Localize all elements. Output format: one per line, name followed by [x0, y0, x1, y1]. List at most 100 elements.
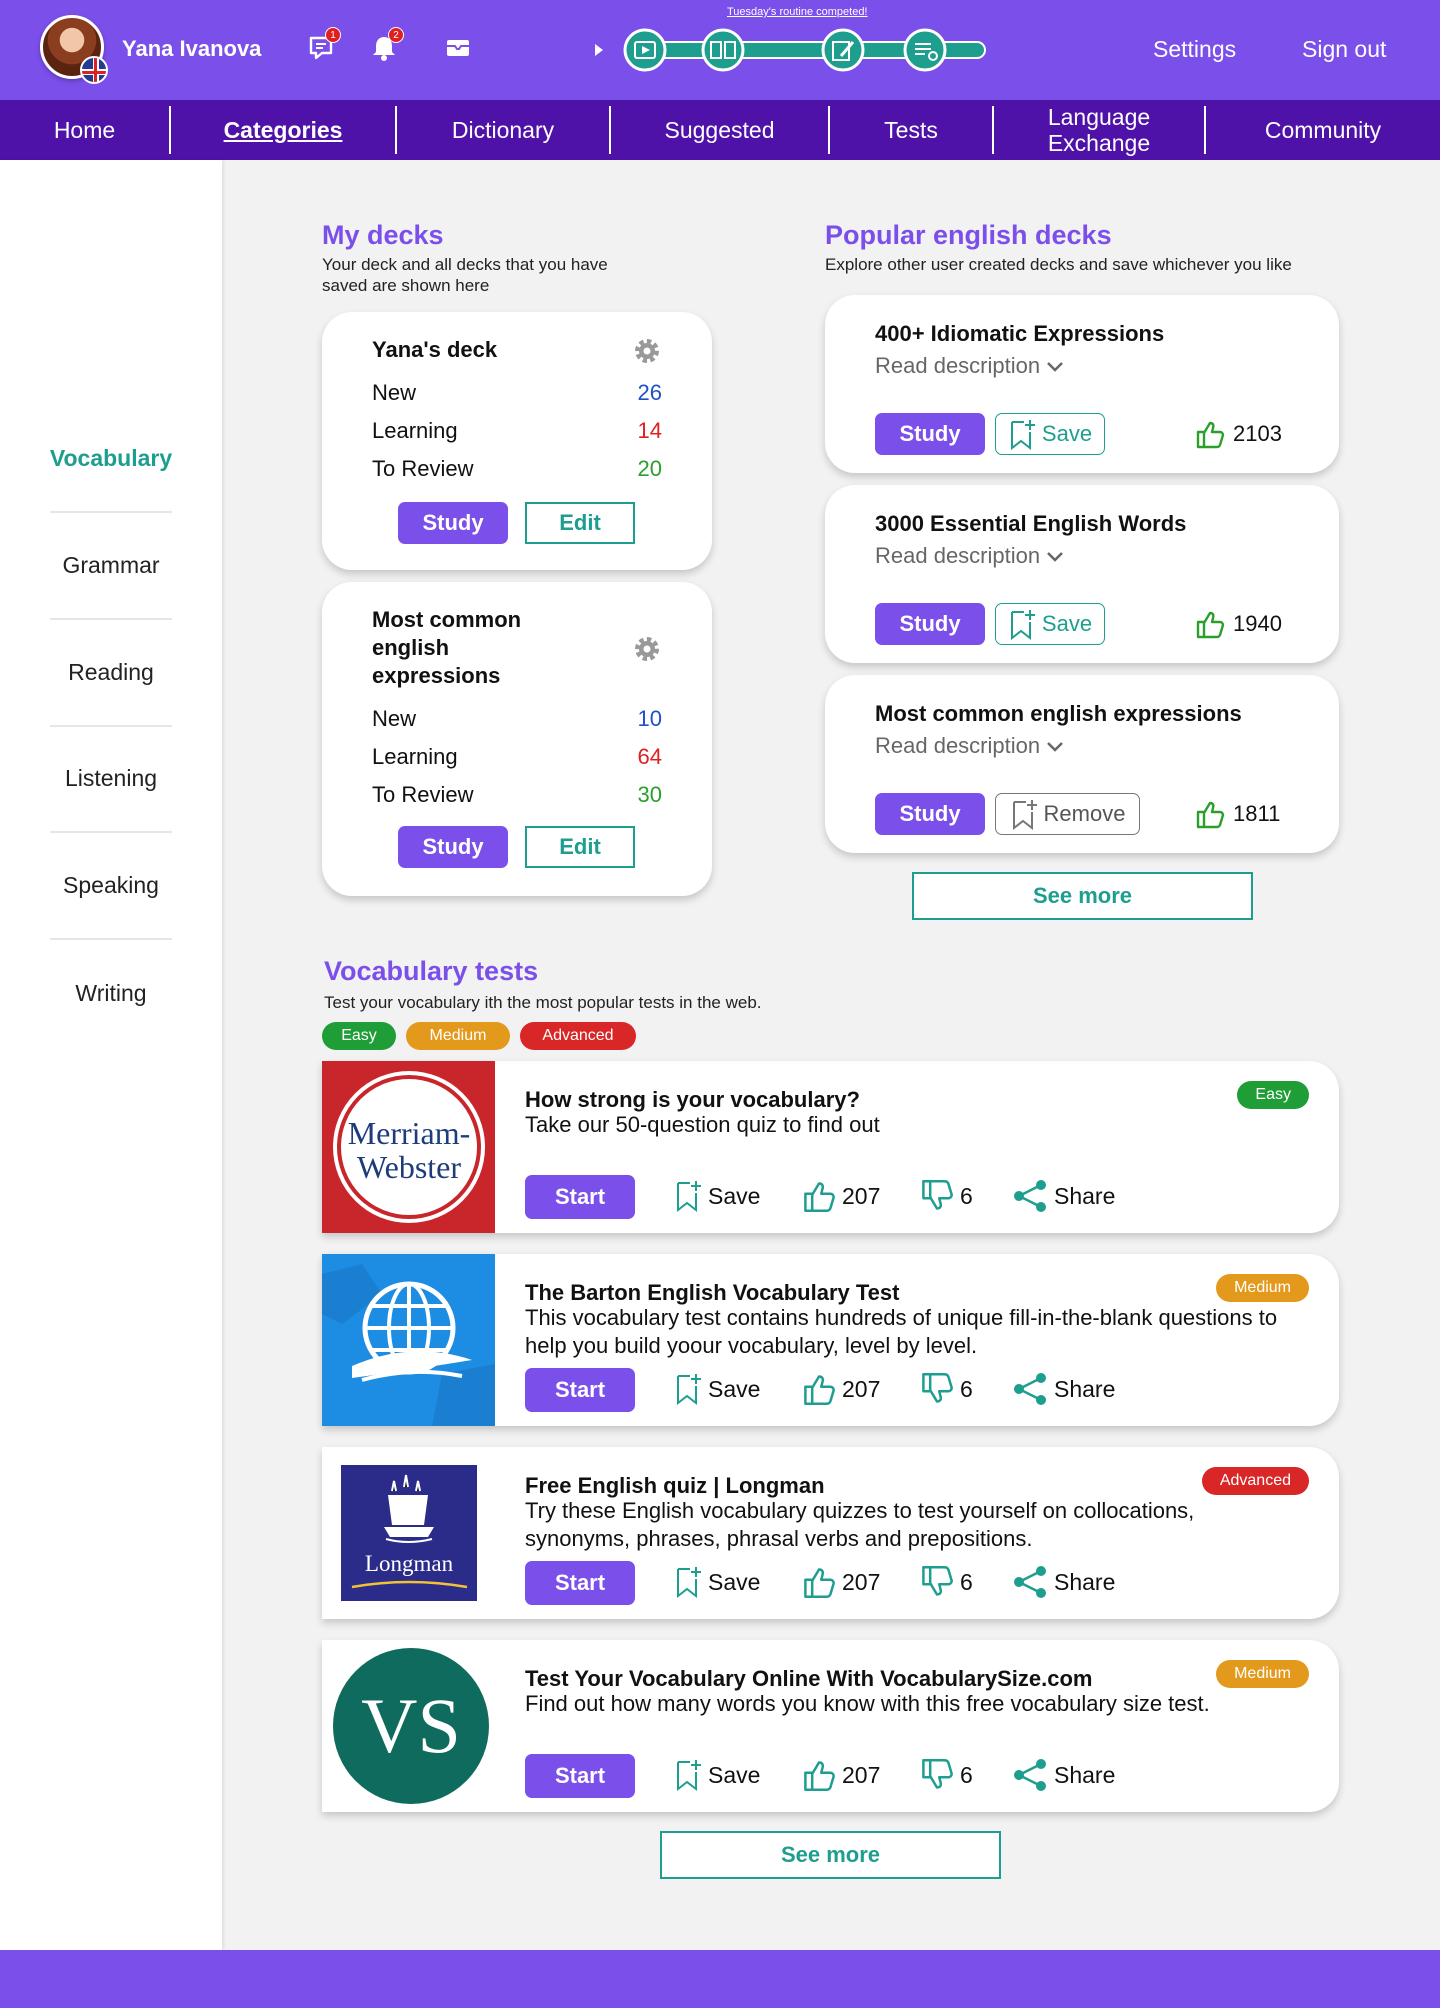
- share-action[interactable]: Share: [1012, 1565, 1115, 1599]
- deck-name[interactable]: Most common english expressions: [372, 606, 562, 690]
- user-name[interactable]: Yana Ivanova: [122, 36, 261, 62]
- globe-logo: [322, 1254, 495, 1426]
- new-label: New: [372, 706, 417, 731]
- dislike-action[interactable]: 6: [920, 1565, 973, 1599]
- sidebar-item-grammar[interactable]: Grammar: [50, 513, 172, 620]
- nav-home[interactable]: Home: [0, 106, 171, 154]
- sidebar-item-listening[interactable]: Listening: [50, 726, 172, 833]
- test-title[interactable]: Free English quiz | Longman: [525, 1473, 825, 1499]
- new-row: New 26: [372, 380, 662, 406]
- main-nav: Home Categories Dictionary Suggested Tes…: [0, 100, 1440, 160]
- book-step-icon: [701, 28, 745, 72]
- filter-advanced[interactable]: Advanced: [520, 1022, 636, 1050]
- like-action[interactable]: 207: [802, 1565, 880, 1599]
- gear-icon[interactable]: [632, 336, 662, 366]
- share-action[interactable]: Share: [1012, 1179, 1115, 1213]
- remove-button[interactable]: Remove: [995, 793, 1140, 835]
- edit-button[interactable]: Edit: [525, 502, 635, 544]
- learning-row: Learning 64: [372, 744, 662, 770]
- test-title[interactable]: Test Your Vocabulary Online With Vocabul…: [525, 1666, 1092, 1692]
- popular-decks-subtitle: Explore other user created decks and sav…: [825, 255, 1292, 274]
- gear-icon[interactable]: [632, 634, 662, 664]
- sidebar-item-speaking[interactable]: Speaking: [50, 833, 172, 940]
- start-button[interactable]: Start: [525, 1368, 635, 1412]
- save-action[interactable]: Save: [674, 1179, 760, 1213]
- review-row: To Review 30: [372, 782, 662, 808]
- deck-name[interactable]: Yana's deck: [372, 336, 562, 364]
- nav-language-exchange[interactable]: Language Exchange: [994, 104, 1206, 156]
- nav-community[interactable]: Community: [1206, 106, 1440, 154]
- new-row: New 10: [372, 706, 662, 732]
- see-more-tests-button[interactable]: See more: [660, 1831, 1001, 1879]
- start-button[interactable]: Start: [525, 1561, 635, 1605]
- bell-icon[interactable]: 2: [370, 27, 404, 62]
- sidebar-item-writing[interactable]: Writing: [50, 940, 172, 1047]
- filter-easy[interactable]: Easy: [322, 1022, 396, 1050]
- edit-button[interactable]: Edit: [525, 826, 635, 868]
- dislike-action[interactable]: 6: [920, 1179, 973, 1213]
- study-button[interactable]: Study: [398, 826, 508, 868]
- share-icon: [1014, 1566, 1046, 1598]
- routine-status[interactable]: Tuesday's routine competed!: [727, 6, 868, 18]
- bookmark-add-icon: [1010, 420, 1035, 450]
- thumbs-down-icon: [922, 1373, 953, 1403]
- likes[interactable]: 1811: [1195, 799, 1280, 829]
- level-badge: Advanced: [1201, 1467, 1309, 1495]
- signout-link[interactable]: Sign out: [1302, 36, 1386, 63]
- deck-title[interactable]: 3000 Essential English Words: [875, 511, 1186, 537]
- merriam-webster-logo: Merriam- Webster: [322, 1061, 495, 1233]
- routine-progress[interactable]: [595, 28, 995, 72]
- save-button[interactable]: Save: [995, 603, 1105, 645]
- save-action[interactable]: Save: [674, 1565, 760, 1599]
- start-button[interactable]: Start: [525, 1754, 635, 1798]
- svg-text:Merriam-: Merriam-: [348, 1115, 471, 1151]
- save-button[interactable]: Save: [995, 413, 1105, 455]
- my-decks-subtitle: Your deck and all decks that you have sa…: [322, 255, 608, 295]
- deck-title[interactable]: Most common english expressions: [875, 701, 1242, 727]
- read-description-toggle[interactable]: Read description: [875, 733, 1064, 759]
- start-button[interactable]: Start: [525, 1175, 635, 1219]
- study-button[interactable]: Study: [875, 793, 985, 835]
- read-description-toggle[interactable]: Read description: [875, 353, 1064, 379]
- study-button[interactable]: Study: [875, 413, 985, 455]
- settings-link[interactable]: Settings: [1153, 36, 1236, 63]
- sidebar-item-vocabulary[interactable]: Vocabulary: [50, 406, 172, 513]
- test-title[interactable]: How strong is your vocabulary?: [525, 1087, 860, 1113]
- nav-categories[interactable]: Categories: [171, 106, 397, 154]
- study-button[interactable]: Study: [398, 502, 508, 544]
- share-action[interactable]: Share: [1012, 1372, 1115, 1406]
- like-action[interactable]: 207: [802, 1372, 880, 1406]
- dislike-action[interactable]: 6: [920, 1372, 973, 1406]
- read-description-toggle[interactable]: Read description: [875, 543, 1064, 569]
- nav-dictionary[interactable]: Dictionary: [397, 106, 611, 154]
- footer: [0, 1950, 1440, 2008]
- learning-row: Learning 14: [372, 418, 662, 444]
- test-title[interactable]: The Barton English Vocabulary Test: [525, 1280, 899, 1306]
- top-bar: Yana Ivanova 1 2 Tuesday's routine compe…: [0, 0, 1440, 100]
- see-more-decks-button[interactable]: See more: [912, 872, 1253, 920]
- share-action[interactable]: Share: [1012, 1758, 1115, 1792]
- messages-icon[interactable]: 1: [307, 27, 341, 62]
- study-button[interactable]: Study: [875, 603, 985, 645]
- level-badge: Medium: [1216, 1274, 1309, 1302]
- popular-decks-title: Popular english decks: [825, 220, 1112, 250]
- save-action[interactable]: Save: [674, 1372, 760, 1406]
- like-action[interactable]: 207: [802, 1758, 880, 1792]
- deck-title[interactable]: 400+ Idiomatic Expressions: [875, 321, 1164, 347]
- vocabulary-tests-title: Vocabulary tests: [324, 956, 539, 986]
- bookmark-add-icon: [677, 1567, 701, 1599]
- sidebar-item-reading[interactable]: Reading: [50, 620, 172, 727]
- likes[interactable]: 1940: [1195, 609, 1282, 639]
- dislike-action[interactable]: 6: [920, 1758, 973, 1792]
- test-description: Find out how many words you know with th…: [525, 1691, 1210, 1716]
- save-action[interactable]: Save: [674, 1758, 760, 1792]
- filter-medium[interactable]: Medium: [406, 1022, 510, 1050]
- likes[interactable]: 2103: [1195, 419, 1282, 449]
- like-action[interactable]: 207: [802, 1179, 880, 1213]
- inbox-icon[interactable]: [444, 34, 472, 62]
- test-card: VS Test Your Vocabulary Online With Voca…: [322, 1640, 1339, 1812]
- messages-badge: 1: [325, 27, 341, 43]
- nav-tests[interactable]: Tests: [830, 106, 994, 154]
- nav-suggested[interactable]: Suggested: [611, 106, 830, 154]
- uk-flag-icon: [80, 56, 108, 84]
